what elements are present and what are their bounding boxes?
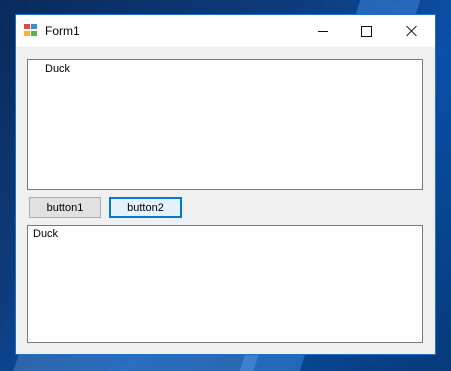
winforms-app-icon xyxy=(24,24,38,37)
window-title: Form1 xyxy=(45,24,80,38)
maximize-button[interactable] xyxy=(344,15,389,47)
listbox[interactable]: Duck xyxy=(27,59,423,190)
form1-window: Form1 Duck button1 button2 Duck xyxy=(15,14,436,355)
button1[interactable]: button1 xyxy=(29,197,101,218)
minimize-button[interactable] xyxy=(300,15,345,47)
maximize-icon xyxy=(361,25,372,37)
minimize-icon xyxy=(317,30,328,32)
button2[interactable]: button2 xyxy=(109,197,182,218)
title-bar[interactable]: Form1 xyxy=(16,15,435,47)
close-button[interactable] xyxy=(389,15,434,47)
textbox-content: Duck xyxy=(33,228,59,240)
multiline-textbox[interactable]: Duck xyxy=(27,225,423,343)
close-icon xyxy=(406,25,418,37)
list-item[interactable]: Duck xyxy=(45,63,70,75)
